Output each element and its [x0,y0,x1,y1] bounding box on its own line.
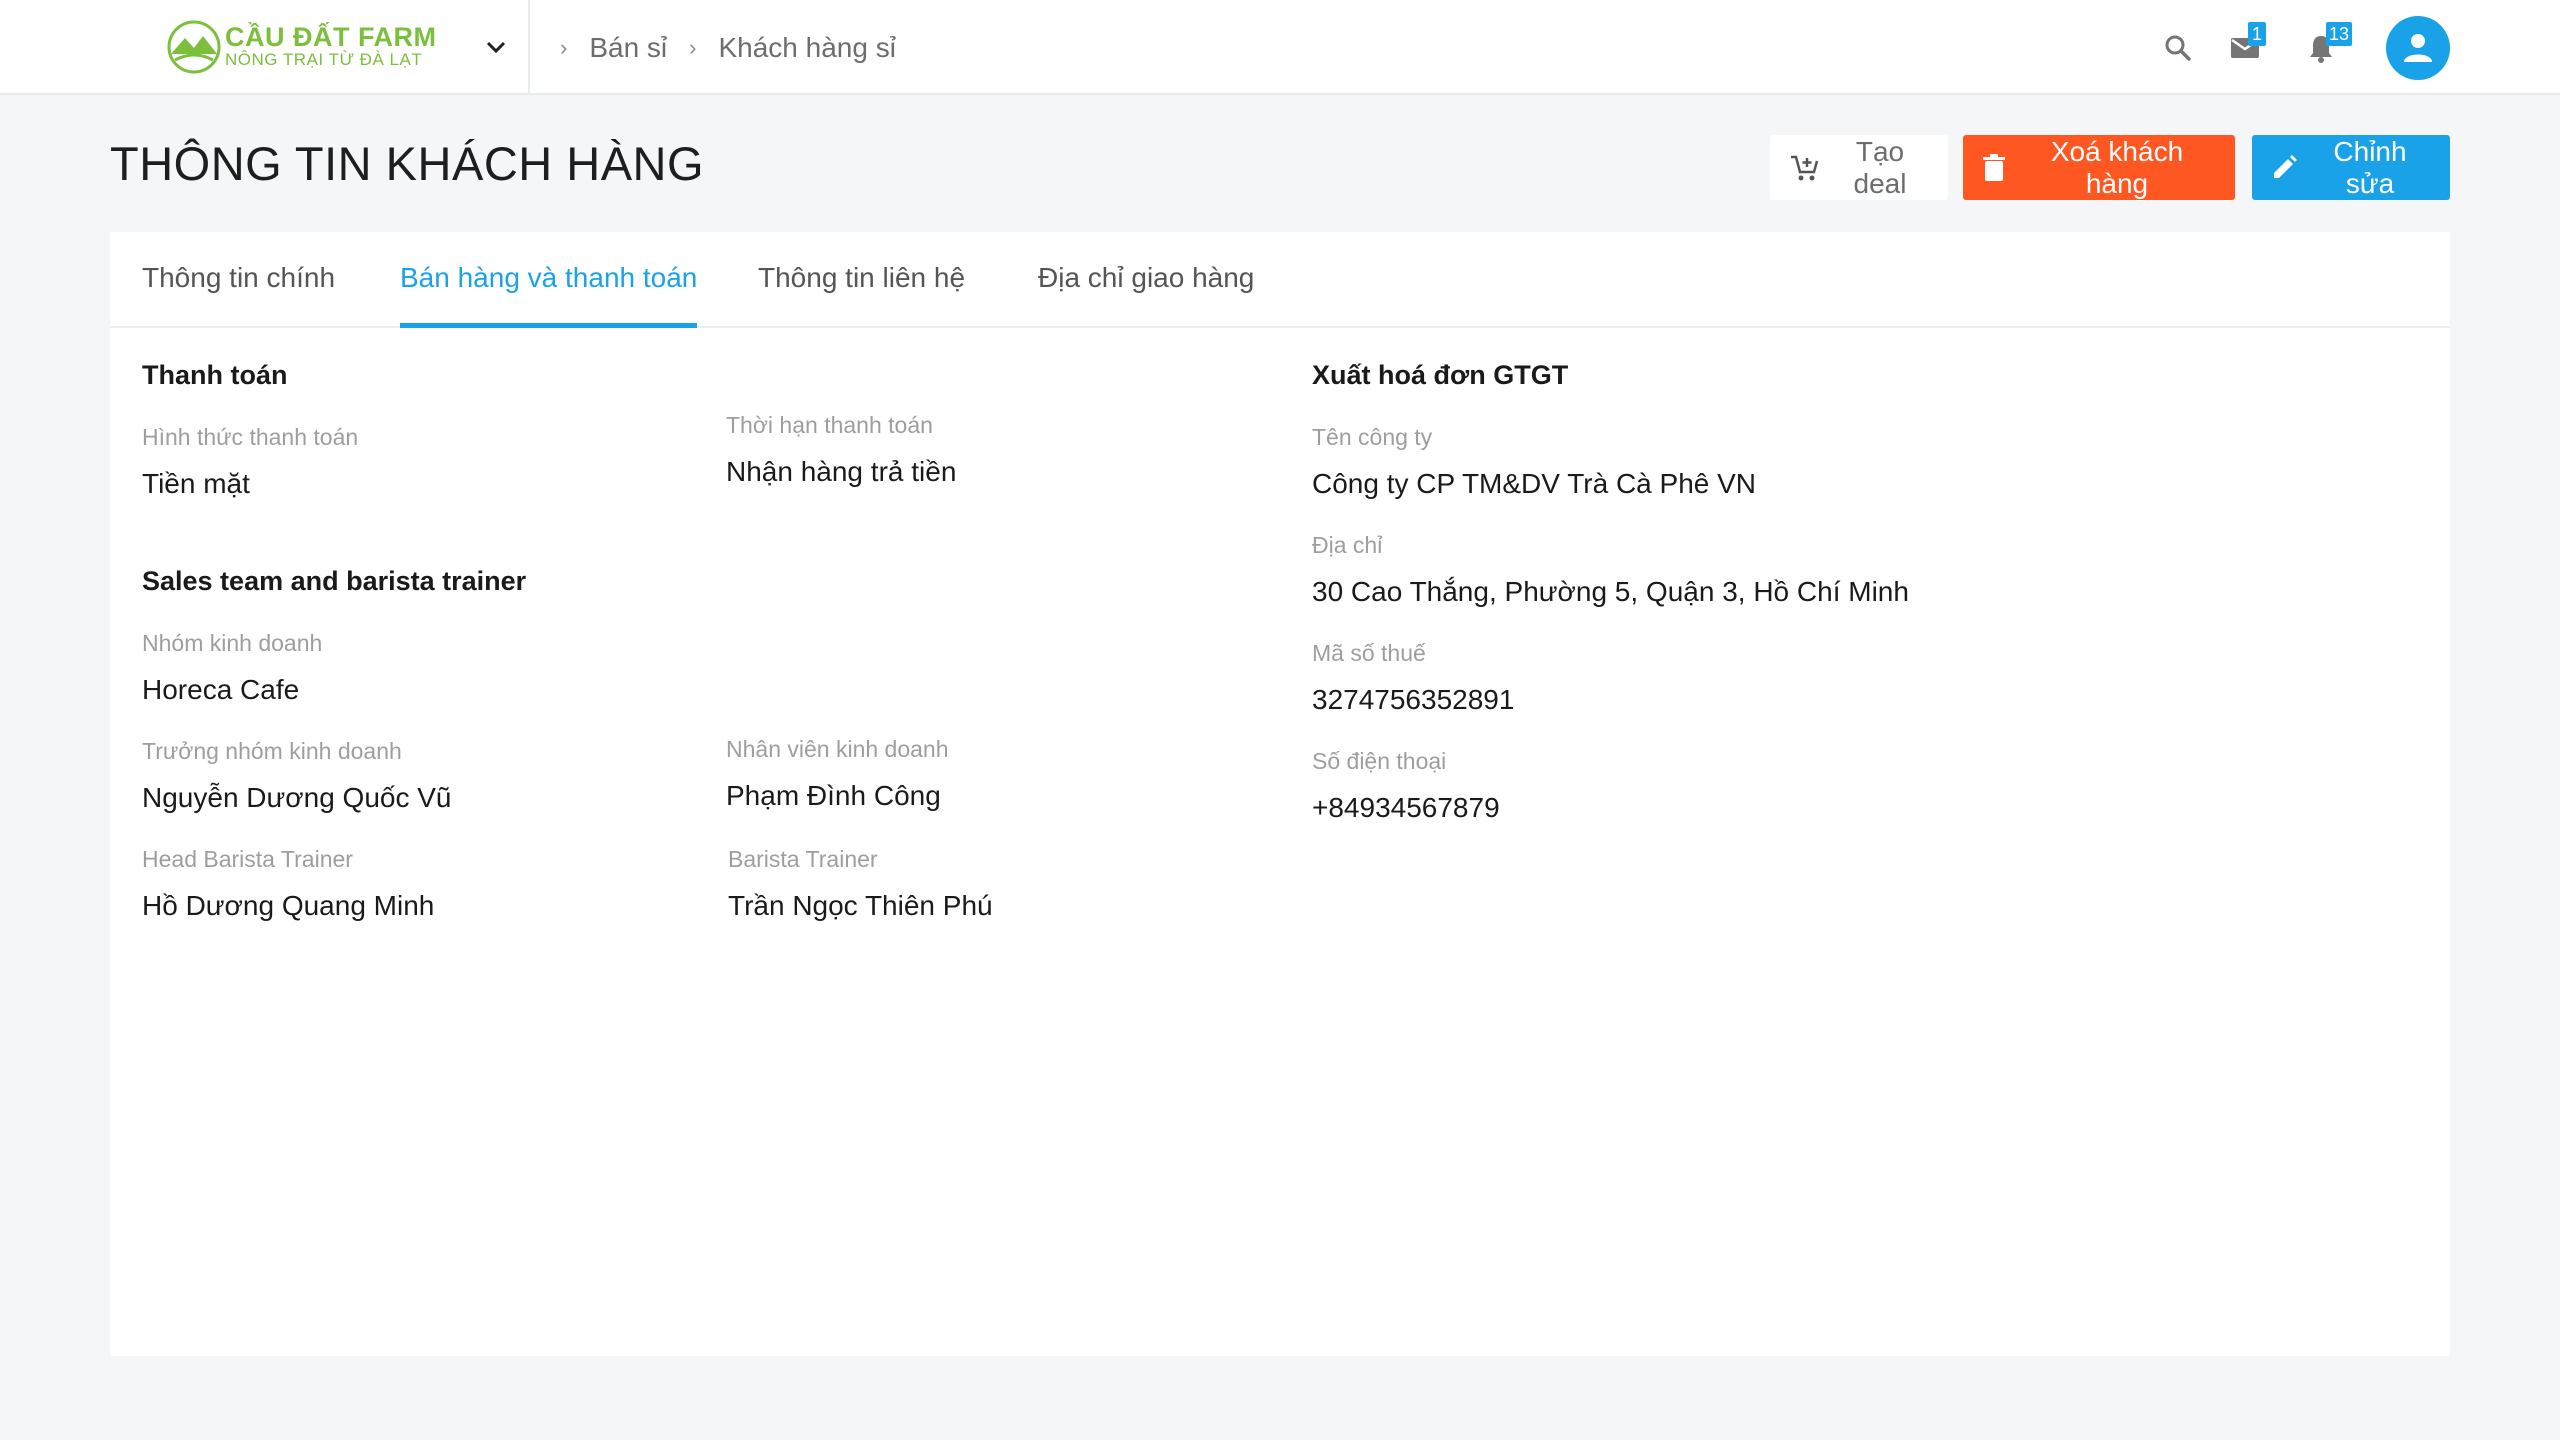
sales-staff-label: Nhân viên kinh doanh [726,736,949,762]
breadcrumb-item-ban-si[interactable]: Bán sỉ [589,32,667,64]
sales-staff-value: Phạm Đình Công [726,780,941,811]
breadcrumb: › Bán sỉ › Khách hàng sỉ [560,30,918,66]
menu-toggle-button[interactable] [478,30,514,66]
payment-method-label: Hình thức thanh toán [142,424,359,450]
tab-contact-info[interactable]: Thông tin liên hệ [758,262,965,328]
add-cart-icon [1791,155,1819,180]
brand-logo[interactable]: CẦU ĐẤT FARM NÔNG TRẠI TỪ ĐÀ LẠT [165,18,436,78]
brand-name: CẦU ĐẤT FARM [225,22,437,52]
head-trainer-label: Head Barista Trainer [142,846,353,872]
phone-label: Số điện thoại [1312,748,1447,774]
topbar-divider [528,0,530,95]
tab-sales-payment[interactable]: Bán hàng và thanh toán [400,262,698,328]
tax-code-value: 3274756352891 [1312,684,1515,715]
invoice-section-title: Xuất hoá đơn GTGT [1312,360,1569,390]
edit-button[interactable]: Chỉnh sửa [2252,135,2450,200]
notification-count-badge: 13 [2326,22,2353,46]
chevron-down-icon [486,41,506,54]
top-bar: CẦU ĐẤT FARM NÔNG TRẠI TỪ ĐÀ LẠT › Bán s… [0,0,2560,95]
sales-team-section-title: Sales team and barista trainer [142,566,527,596]
mail-button[interactable]: 1 [2226,22,2266,68]
head-trainer-value: Hồ Dương Quang Minh [142,890,435,921]
company-name-value: Công ty CP TM&DV Trà Cà Phê VN [1312,468,1757,499]
invoice-address-label: Địa chỉ [1312,532,1383,558]
tab-delivery-address[interactable]: Địa chỉ giao hàng [1038,262,1254,328]
company-name-label: Tên công ty [1312,424,1433,450]
create-deal-button[interactable]: Tạo deal [1770,135,1948,200]
notification-button[interactable]: 13 [2302,22,2353,68]
mail-count-badge: 1 [2248,22,2266,46]
trainer-value: Trần Ngọc Thiên Phú [728,890,993,921]
trainer-label: Barista Trainer [728,846,878,872]
user-icon [2404,34,2432,62]
delete-customer-button[interactable]: Xoá khách hàng [1963,135,2235,200]
phone-value: +84934567879 [1312,792,1500,823]
page-title: THÔNG TIN KHÁCH HÀNG [110,137,705,190]
pencil-icon [2274,154,2297,178]
search-icon [2165,35,2191,61]
tax-code-label: Mã số thuế [1312,640,1426,666]
delete-customer-label: Xoá khách hàng [2050,135,2184,199]
payment-term-label: Thời hạn thanh toán [726,412,933,438]
payment-method-value: Tiền mặt [142,468,250,499]
breadcrumb-item-khach-hang-si[interactable]: Khách hàng sỉ [718,32,895,64]
customer-detail-card: Thông tin chính Bán hàng và thanh toán T… [110,232,2450,1356]
search-button[interactable] [2158,28,2198,68]
user-avatar[interactable] [2386,16,2450,80]
invoice-address-value: 30 Cao Thắng, Phường 5, Quận 3, Hồ Chí M… [1312,576,1909,607]
payment-term-value: Nhận hàng trả tiền [726,456,957,487]
tab-bar: Thông tin chính Bán hàng và thanh toán T… [110,232,2450,328]
trash-icon [1983,153,2005,181]
payment-section-title: Thanh toán [142,360,288,390]
sales-group-label: Nhóm kinh doanh [142,630,323,656]
brand-tagline: NÔNG TRẠI TỪ ĐÀ LẠT [225,50,423,69]
edit-label: Chỉnh sửa [2333,135,2407,199]
chevron-right-icon: › [560,35,568,60]
sales-leader-label: Trưởng nhóm kinh doanh [142,738,402,764]
sales-leader-value: Nguyễn Dương Quốc Vũ [142,782,452,813]
create-deal-label: Tạo deal [1853,135,1907,199]
sales-group-value: Horeca Cafe [142,674,300,705]
farm-logo-icon [167,20,221,74]
tab-main-info[interactable]: Thông tin chính [142,262,335,328]
chevron-right-icon: › [689,35,697,60]
